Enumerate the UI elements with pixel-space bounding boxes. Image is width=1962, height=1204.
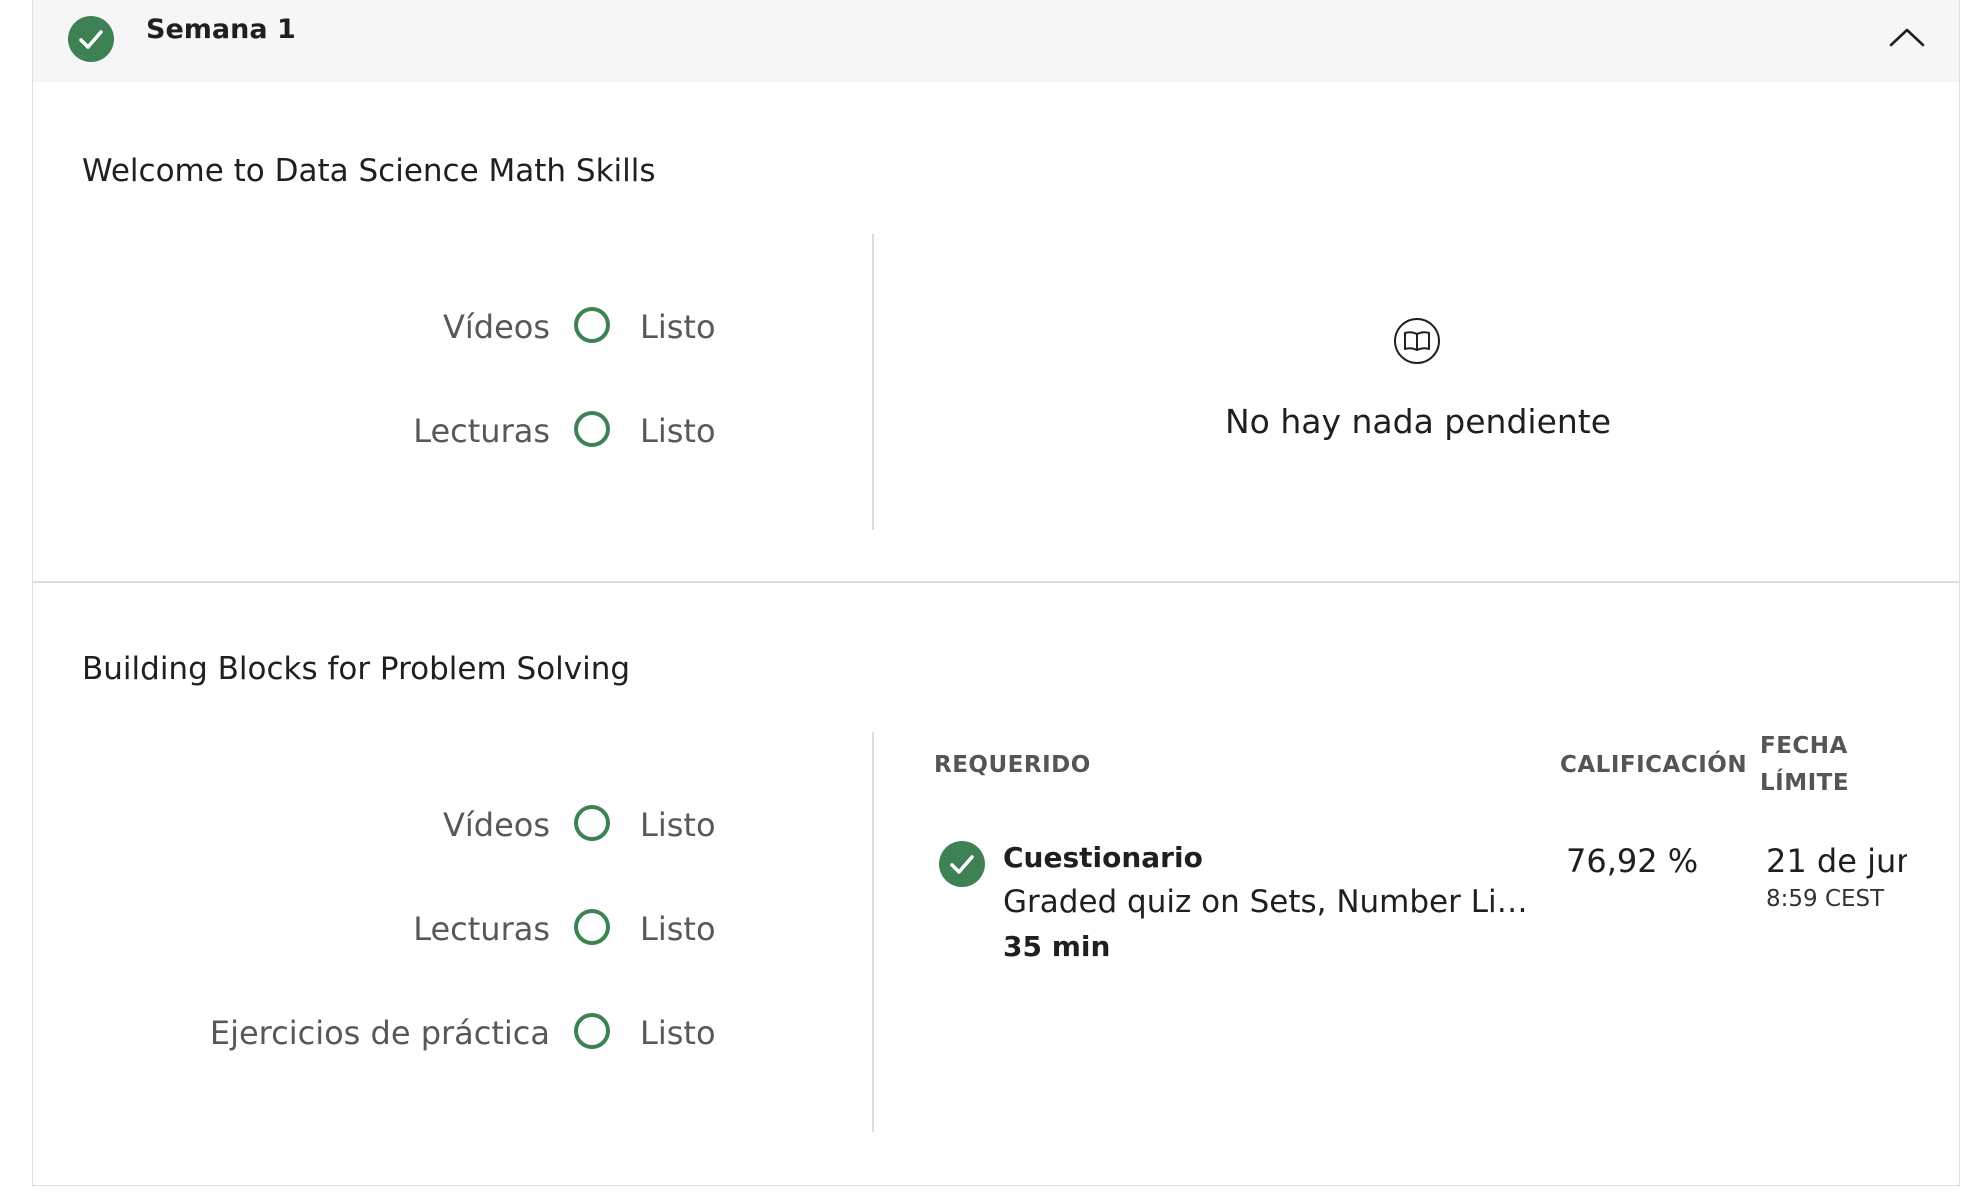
stat-label: Vídeos [442,806,550,844]
stat-label: Ejercicios de práctica [209,1014,550,1052]
grade-value: 76,92 % [1566,842,1699,880]
item-type-link[interactable]: Cuestionario [1003,841,1203,874]
column-header-due-line1: FECHA [1760,733,1848,759]
stat-status: Listo [640,1014,716,1052]
week-title: Semana 1 [146,14,296,45]
module-title[interactable]: Welcome to Data Science Math Skills [82,153,656,189]
stat-label: Vídeos [442,308,550,346]
check-circle-icon [68,16,114,62]
stat-status: Listo [640,412,716,450]
item-duration: 35 min [1003,930,1111,963]
status-ring-icon [574,909,610,945]
stat-status: Listo [640,308,716,346]
week-header[interactable]: Semana 1 [33,0,1959,82]
column-header-due-line2: LÍMITE [1760,770,1850,796]
stat-row-readings: Lecturas Listo [100,407,716,457]
stat-status: Listo [640,910,716,948]
stat-status: Listo [640,806,716,844]
empty-state-text: No hay nada pendiente [1224,402,1612,441]
status-ring-icon [574,805,610,841]
stat-label: Lecturas [413,910,550,948]
item-name-link[interactable]: Graded quiz on Sets, Number Lin... [1003,884,1533,920]
stat-row-videos: Vídeos Listo [100,303,716,353]
column-divider [872,234,874,530]
chevron-up-icon[interactable] [1885,22,1929,52]
status-ring-icon [574,1013,610,1049]
stat-label: Lecturas [413,412,550,450]
due-date: 21 de jun. [1766,842,1907,880]
module-divider [33,581,1959,583]
module-title[interactable]: Building Blocks for Problem Solving [82,651,630,687]
column-header-grade: CALIFICACIÓN [1560,752,1748,778]
due-time: 8:59 CEST [1766,886,1885,912]
status-ring-icon [574,411,610,447]
check-circle-icon [939,841,985,887]
stat-row-practice: Ejercicios de práctica Listo [100,1009,716,1059]
book-icon [1393,317,1441,365]
stat-row-videos: Vídeos Listo [100,801,716,851]
column-header-required: REQUERIDO [934,752,1091,778]
week-page: Semana 1 Welcome to Data Science Math Sk… [0,0,1962,1204]
stat-row-readings: Lecturas Listo [100,905,716,955]
column-divider [872,732,874,1132]
status-ring-icon [574,307,610,343]
column-header-due: FECHA LÍMITE [1760,728,1849,802]
